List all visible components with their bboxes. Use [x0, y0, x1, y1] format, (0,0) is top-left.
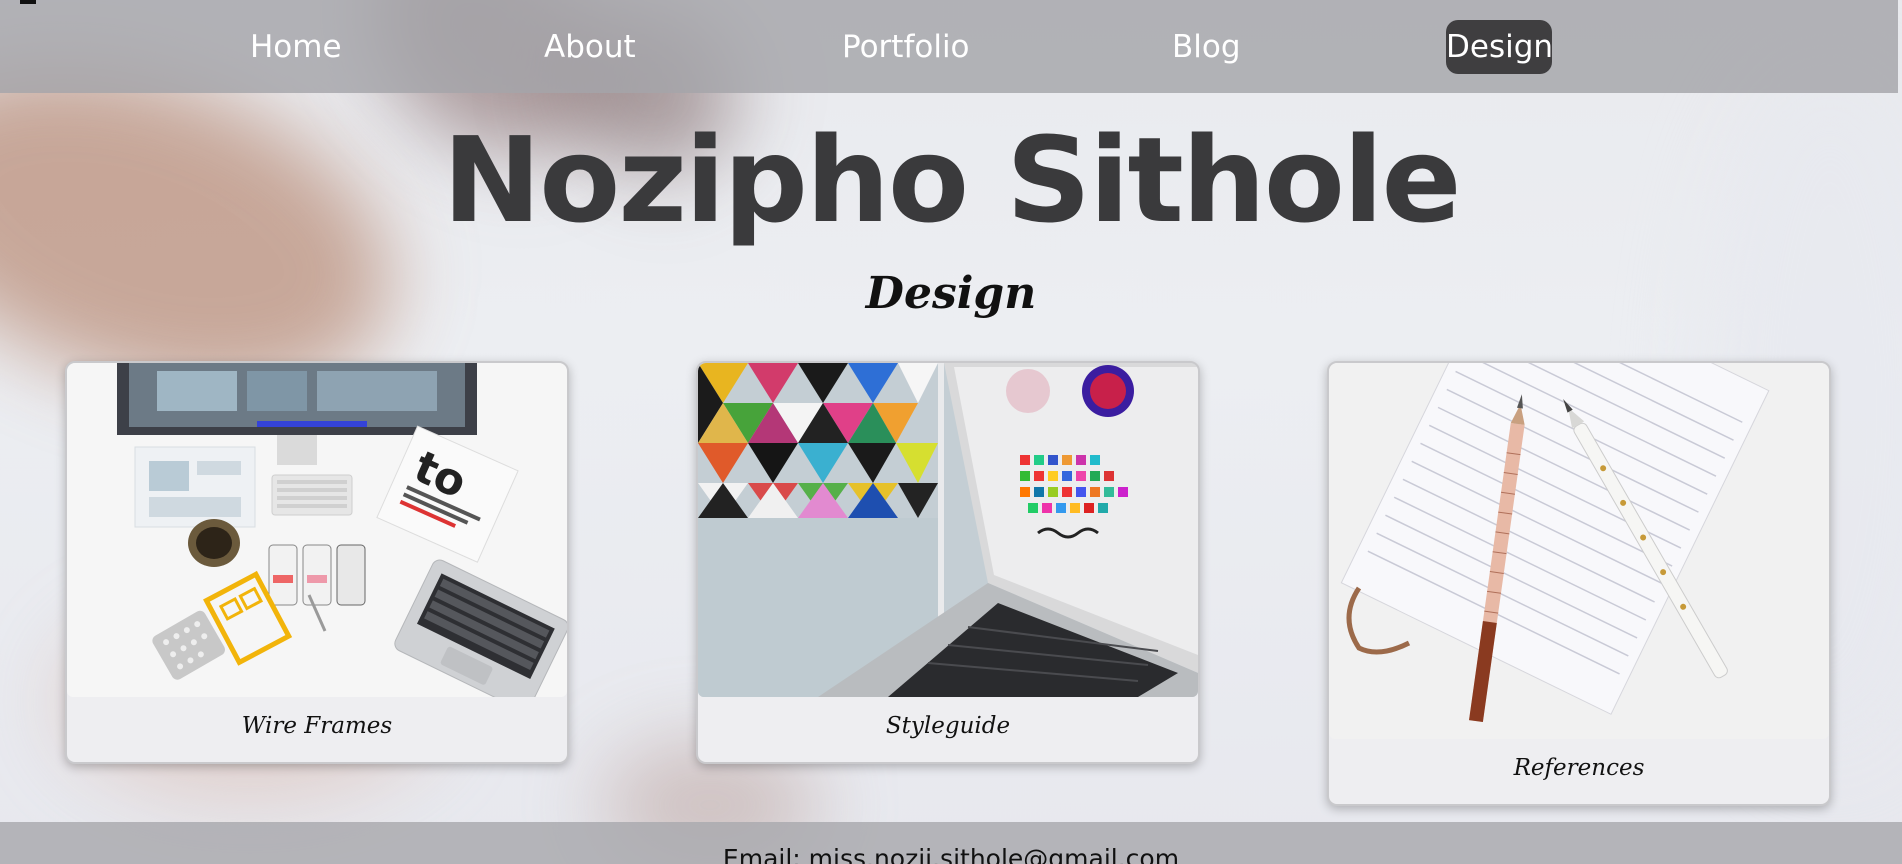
nav-item-about[interactable]: About [538, 20, 642, 74]
notebook-pens-image [1329, 363, 1829, 739]
desk-wireframes-image: to [67, 363, 567, 697]
card-references[interactable]: References [1327, 361, 1831, 806]
page-title: Nozipho Sithole [442, 111, 1462, 249]
card-caption: Wire Frames [241, 713, 393, 739]
top-navbar: Home About Portfolio Blog Design [0, 0, 1898, 93]
footer-email[interactable]: Email: miss.nozii.sithole@gmail.com [0, 844, 1902, 864]
nav-item-blog[interactable]: Blog [1166, 20, 1247, 74]
laptop-colorful-image [698, 363, 1198, 697]
card-caption: Styleguide [885, 713, 1011, 739]
card-caption: References [1513, 755, 1645, 781]
footer: Email: miss.nozii.sithole@gmail.com [0, 822, 1902, 864]
menu-mark-icon [20, 0, 36, 4]
nav-item-home[interactable]: Home [244, 20, 348, 74]
page-subtitle: Design [865, 268, 1037, 319]
card-styleguide[interactable]: Styleguide [696, 361, 1200, 764]
nav-item-design[interactable]: Design [1446, 20, 1553, 74]
nav-item-portfolio[interactable]: Portfolio [836, 20, 976, 74]
card-wire-frames[interactable]: to Wire Frames [65, 361, 569, 764]
